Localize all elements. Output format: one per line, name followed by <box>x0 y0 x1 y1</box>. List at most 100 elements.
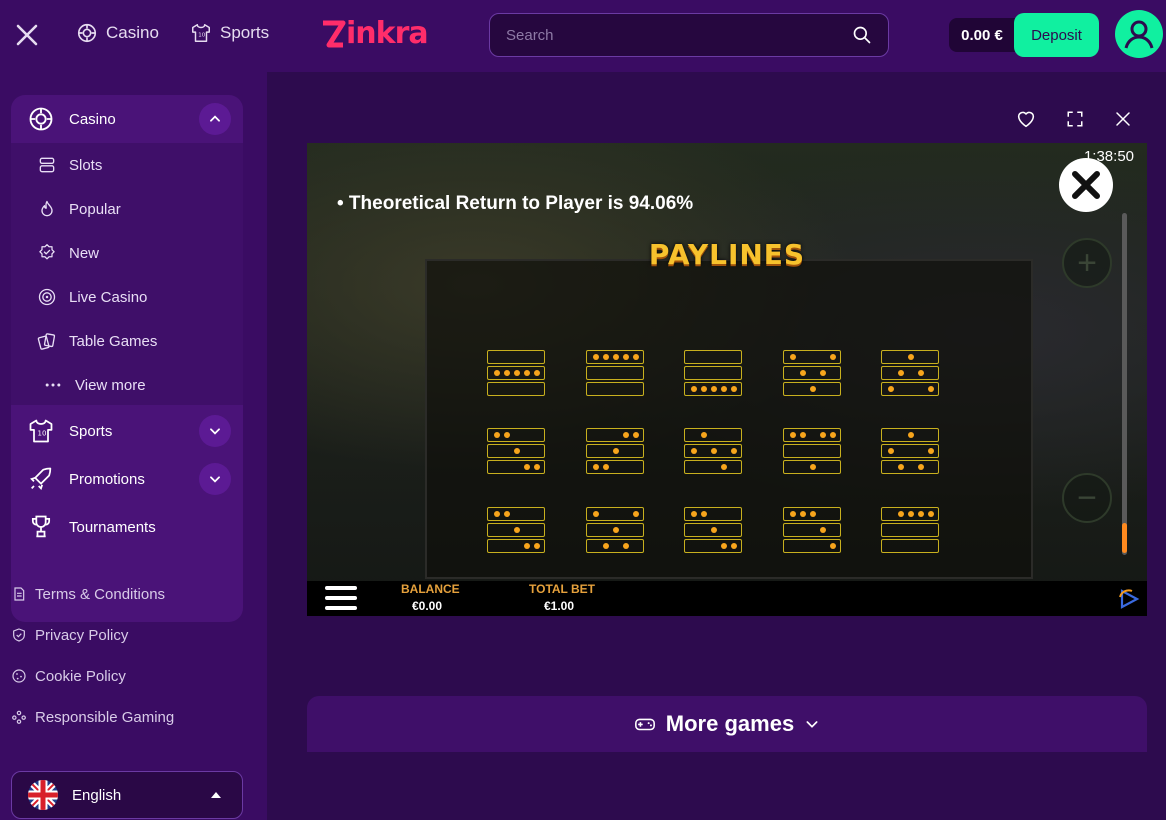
payline-dot <box>888 386 894 392</box>
payline-diagram <box>881 350 939 398</box>
slot-machine-icon <box>39 157 55 173</box>
sidebar-item-new[interactable]: New <box>11 231 243 275</box>
close-game-button[interactable] <box>1109 105 1137 133</box>
payline-row <box>487 382 545 396</box>
sidebar-item-view-more[interactable]: View more <box>11 363 243 407</box>
sidebar-item-promotions[interactable]: Promotions <box>11 455 243 503</box>
payline-dot <box>928 448 934 454</box>
jersey-icon: 10 <box>29 419 53 443</box>
payline-row <box>586 382 644 396</box>
sidebar-item-tournaments[interactable]: Tournaments <box>11 503 243 551</box>
search-icon[interactable] <box>852 25 872 45</box>
payline-row <box>586 444 644 458</box>
payline-dot <box>830 354 836 360</box>
payline-dot <box>534 464 540 470</box>
search-input[interactable] <box>506 26 852 44</box>
payline-row <box>487 444 545 458</box>
payline-dot <box>514 448 520 454</box>
payline-row <box>586 460 644 474</box>
payline-dot <box>790 511 796 517</box>
payline-dot <box>504 432 510 438</box>
sidebar-item-casino[interactable]: Casino <box>11 95 243 143</box>
flame-icon <box>41 200 53 217</box>
payline-diagram <box>783 428 841 476</box>
sidebar-item-table-games[interactable]: Table Games <box>11 319 243 363</box>
jersey-icon: 10 <box>192 24 210 42</box>
brand-logo[interactable]: inkra <box>320 16 429 51</box>
fullscreen-icon <box>1067 111 1083 127</box>
link-responsible-gaming[interactable]: Responsible Gaming <box>11 705 251 729</box>
collapse-casino-button[interactable] <box>199 103 231 135</box>
chevron-up-icon <box>210 115 220 122</box>
payline-dot <box>721 543 727 549</box>
deposit-button[interactable]: Deposit <box>1014 13 1099 57</box>
close-menu-icon[interactable] <box>12 20 42 50</box>
game-frame[interactable]: 1:38:50 • Theoretical Return to Player i… <box>307 143 1147 616</box>
payline-dot <box>593 511 599 517</box>
payline-row <box>783 523 841 537</box>
payline-dot <box>908 511 914 517</box>
link-privacy[interactable]: Privacy Policy <box>11 623 251 647</box>
expand-promotions-button[interactable] <box>199 463 231 495</box>
payline-row <box>881 460 939 474</box>
link-cookie[interactable]: Cookie Policy <box>11 664 251 688</box>
payline-dot <box>918 511 924 517</box>
payline-dot <box>928 511 934 517</box>
payline-diagram <box>684 350 742 398</box>
language-selector[interactable]: English <box>11 771 243 819</box>
sidebar-item-label: Table Games <box>69 332 158 350</box>
payline-row <box>487 350 545 364</box>
sidebar-item-label: Live Casino <box>69 288 148 306</box>
user-avatar[interactable] <box>1115 10 1163 58</box>
payline-diagram <box>487 350 545 398</box>
community-icon <box>12 710 26 724</box>
payline-dot <box>494 432 500 438</box>
close-icon <box>1116 112 1130 126</box>
bet-decrease-button[interactable]: − <box>1062 473 1112 523</box>
link-terms[interactable]: Terms & Conditions <box>11 582 251 606</box>
fullscreen-button[interactable] <box>1061 105 1089 133</box>
favorite-button[interactable] <box>1012 105 1040 133</box>
chevron-down-icon <box>210 476 220 483</box>
gamepad-icon <box>634 718 655 731</box>
payline-row <box>684 428 742 442</box>
close-paytable-button[interactable] <box>1059 158 1113 212</box>
payline-row <box>684 350 742 364</box>
payline-dot <box>524 370 530 376</box>
payline-row <box>586 523 644 537</box>
sidebar-item-popular[interactable]: Popular <box>11 187 243 231</box>
caret-up-icon <box>211 792 221 798</box>
payline-row <box>881 382 939 396</box>
payline-dot <box>800 432 806 438</box>
document-icon <box>14 587 25 601</box>
nav-sports[interactable]: 10 Sports <box>190 22 269 44</box>
payline-row <box>684 460 742 474</box>
payline-dot <box>514 527 520 533</box>
payline-row <box>586 539 644 553</box>
sidebar-item-slots[interactable]: Slots <box>11 143 243 187</box>
sidebar-item-label: Promotions <box>69 470 145 488</box>
payline-diagram <box>487 428 545 476</box>
payline-dot <box>888 448 894 454</box>
expand-sports-button[interactable] <box>199 415 231 447</box>
payline-dot <box>593 354 599 360</box>
payline-dot <box>721 464 727 470</box>
payline-dot <box>830 543 836 549</box>
more-games-button[interactable]: More games <box>307 696 1147 752</box>
payline-dot <box>820 370 826 376</box>
heart-icon <box>1017 111 1035 128</box>
payline-dot <box>603 543 609 549</box>
payline-dot <box>721 386 727 392</box>
shield-icon <box>13 628 25 642</box>
link-label: Responsible Gaming <box>35 708 175 726</box>
nav-casino[interactable]: Casino <box>76 22 159 44</box>
sidebar-item-live-casino[interactable]: Live Casino <box>11 275 243 319</box>
bet-increase-button[interactable]: + <box>1062 238 1112 288</box>
paytable-scrollbar[interactable] <box>1122 213 1127 555</box>
search-box[interactable] <box>489 13 889 57</box>
game-menu-button[interactable] <box>325 586 357 610</box>
sidebar-item-sports[interactable]: 10 Sports <box>11 407 243 455</box>
paytable-scroll-thumb[interactable] <box>1122 523 1127 553</box>
payline-dot <box>514 370 520 376</box>
payline-dot <box>691 448 697 454</box>
